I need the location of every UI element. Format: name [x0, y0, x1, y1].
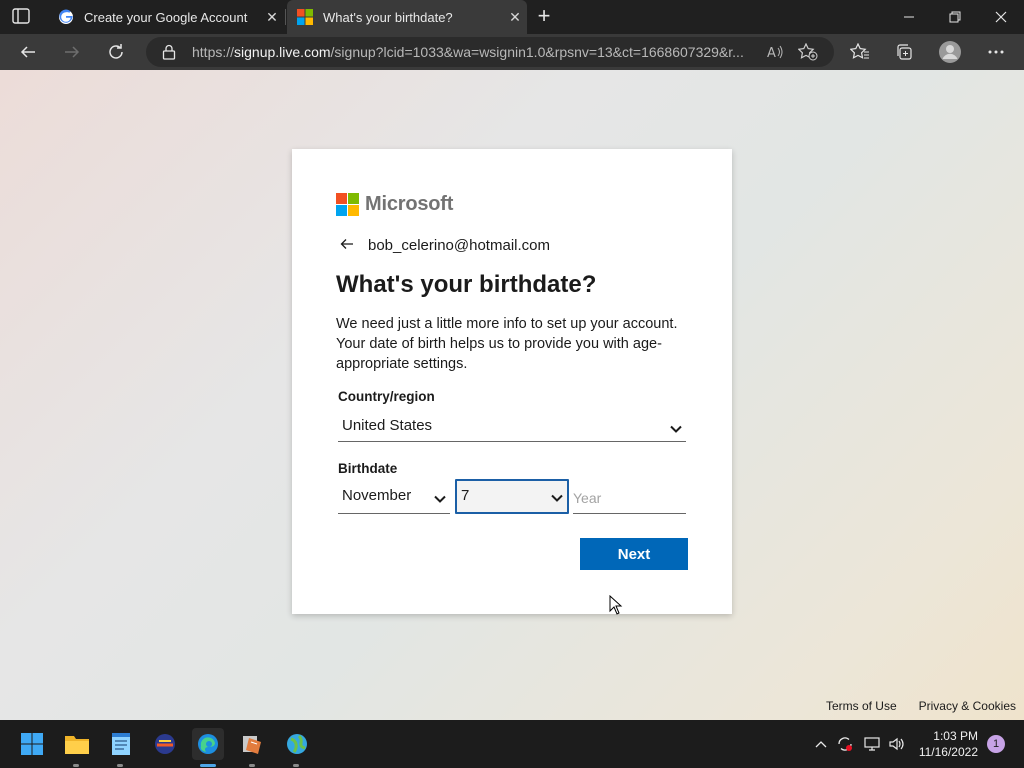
- description-text: We need just a little more info to set u…: [336, 316, 678, 372]
- favorites-icon[interactable]: [846, 38, 874, 66]
- restore-icon[interactable]: [932, 0, 978, 34]
- month-value: November: [342, 487, 412, 504]
- browser-toolbar: https://signup.live.com/signup?lcid=1033…: [0, 34, 1024, 70]
- lock-icon[interactable]: [162, 44, 176, 65]
- tab-actions-icon[interactable]: [12, 8, 32, 26]
- privacy-cookies-link[interactable]: Privacy & Cookies: [919, 699, 1016, 713]
- identity-banner[interactable]: bob_celerino@hotmail.com: [340, 237, 550, 254]
- active-indicator: [200, 764, 216, 767]
- network-icon[interactable]: [862, 734, 882, 754]
- page-title: What's your birthdate?: [336, 271, 597, 298]
- minimize-icon[interactable]: [886, 0, 932, 34]
- account-email: bob_celerino@hotmail.com: [368, 237, 550, 254]
- google-icon: [58, 9, 74, 25]
- file-explorer-icon[interactable]: [61, 728, 93, 767]
- globe-app-icon[interactable]: [281, 728, 313, 767]
- media-app-icon[interactable]: [237, 728, 269, 767]
- edge-browser-icon[interactable]: [192, 728, 224, 767]
- microsoft-logo-icon: [336, 193, 359, 216]
- read-aloud-icon[interactable]: A: [766, 43, 784, 66]
- birth-month-select[interactable]: November: [338, 482, 450, 514]
- country-value: United States: [342, 417, 433, 434]
- close-tab-icon[interactable]: ✕: [503, 9, 527, 26]
- year-placeholder: Year: [573, 490, 602, 506]
- new-tab-icon[interactable]: +: [532, 4, 556, 28]
- running-indicator: [117, 764, 123, 767]
- clock-time: 1:03 PM: [933, 729, 978, 743]
- country-select[interactable]: United States: [338, 412, 686, 442]
- windows-icon: [21, 733, 43, 755]
- mouse-cursor-icon: [609, 594, 623, 620]
- footer-links: Terms of Use Privacy & Cookies: [804, 699, 1016, 713]
- sync-icon[interactable]: [835, 734, 855, 754]
- browser-tab-bar: Create your Google Account ✕ What's your…: [0, 0, 1024, 34]
- url-scheme: https://: [192, 44, 235, 60]
- day-value: 7: [461, 487, 470, 504]
- tab-google-account[interactable]: Create your Google Account ✕: [48, 0, 284, 34]
- add-favorite-icon[interactable]: [797, 42, 818, 66]
- brand-name: Microsoft: [365, 193, 454, 215]
- address-bar[interactable]: https://signup.live.com/signup?lcid=1033…: [146, 37, 834, 67]
- microsoft-logo: Microsoft: [336, 193, 453, 216]
- close-tab-icon[interactable]: ✕: [260, 9, 284, 26]
- running-indicator: [73, 764, 79, 767]
- chevron-down-icon: [670, 420, 682, 437]
- taskbar: 1:03 PM 11/16/2022 1: [0, 720, 1024, 768]
- next-button[interactable]: Next: [580, 538, 688, 570]
- tab-title: Create your Google Account: [84, 9, 248, 25]
- profile-avatar[interactable]: [936, 38, 964, 66]
- notepad-icon[interactable]: [105, 728, 137, 767]
- birth-day-select[interactable]: 7: [455, 479, 569, 514]
- back-arrow-icon[interactable]: [340, 237, 356, 254]
- notification-badge[interactable]: 1: [987, 735, 1005, 753]
- microsoft-icon: [297, 9, 313, 25]
- forward-icon[interactable]: [58, 38, 86, 66]
- pictures-app-icon[interactable]: [149, 728, 181, 760]
- refresh-icon[interactable]: [102, 38, 130, 66]
- close-window-icon[interactable]: [978, 0, 1024, 34]
- volume-icon[interactable]: [887, 734, 907, 754]
- url-host: signup.live.com: [234, 44, 331, 60]
- back-icon[interactable]: [14, 38, 42, 66]
- birth-year-input[interactable]: Year: [573, 482, 686, 514]
- collections-icon[interactable]: [890, 38, 918, 66]
- start-button[interactable]: [16, 728, 48, 760]
- tab-birthdate[interactable]: What's your birthdate? ✕: [287, 0, 527, 34]
- tab-divider: [285, 9, 286, 25]
- signup-card: Microsoft bob_celerino@hotmail.com What'…: [292, 149, 732, 614]
- more-options-icon[interactable]: [982, 38, 1010, 66]
- system-clock[interactable]: 1:03 PM 11/16/2022: [914, 728, 978, 760]
- country-label: Country/region: [338, 389, 435, 404]
- terms-of-use-link[interactable]: Terms of Use: [826, 699, 897, 713]
- running-indicator: [293, 764, 299, 767]
- tab-title: What's your birthdate?: [323, 9, 453, 25]
- chevron-down-icon: [434, 490, 446, 507]
- svg-text:A: A: [767, 46, 776, 61]
- web-page: Microsoft bob_celerino@hotmail.com What'…: [0, 70, 1024, 720]
- url-text[interactable]: https://signup.live.com/signup?lcid=1033…: [192, 44, 758, 60]
- clock-date: 11/16/2022: [918, 745, 978, 759]
- url-path: /signup?lcid=1033&wa=wsignin1.0&rpsnv=13…: [330, 44, 744, 60]
- running-indicator: [249, 764, 255, 767]
- birthdate-label: Birthdate: [338, 461, 398, 476]
- chevron-down-icon: [551, 489, 563, 506]
- show-hidden-icons-chevron-up-icon[interactable]: [811, 734, 831, 754]
